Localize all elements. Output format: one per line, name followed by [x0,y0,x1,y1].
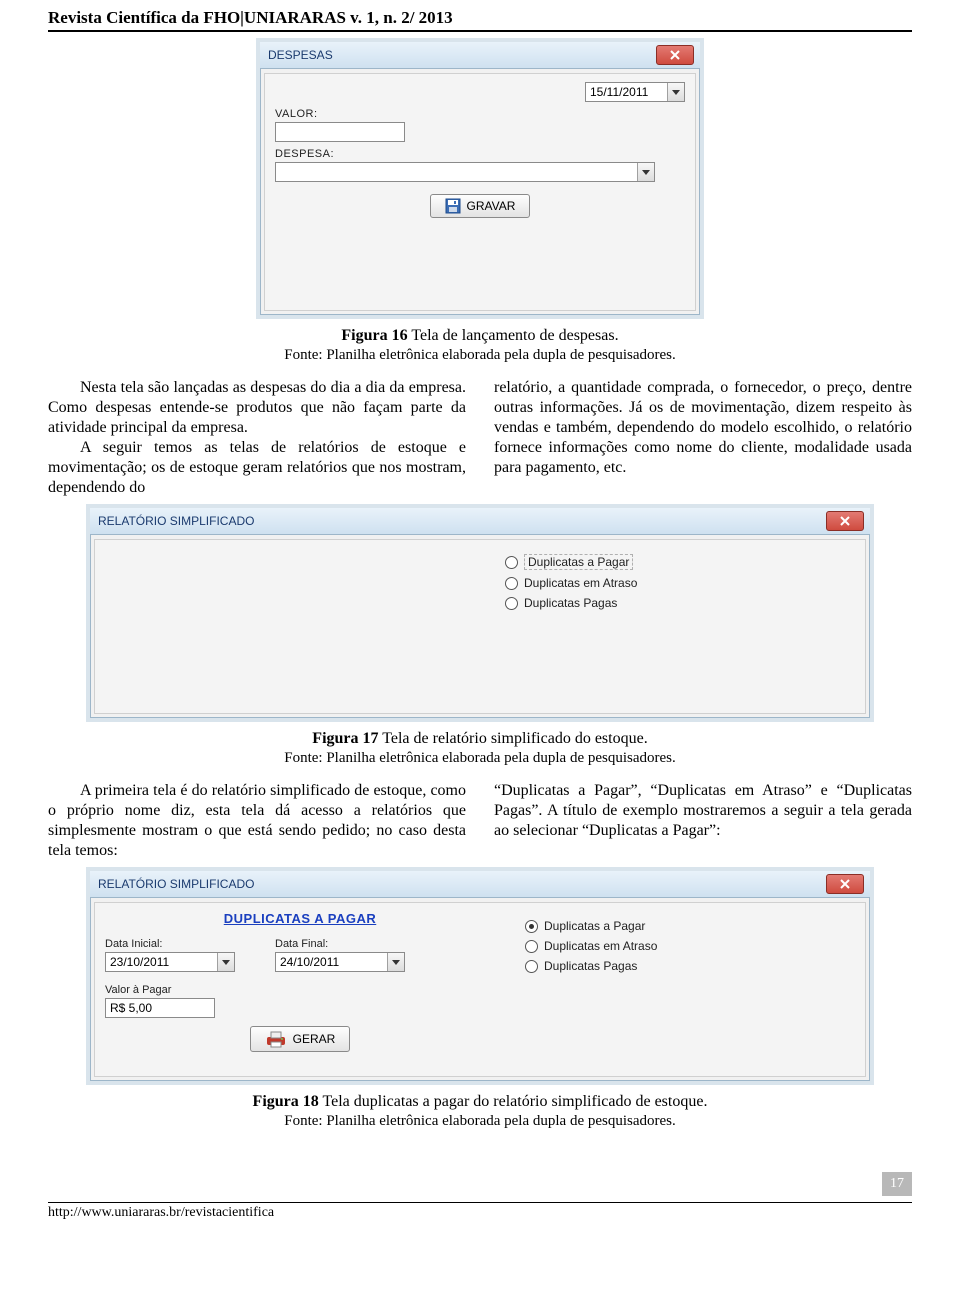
despesa-input[interactable] [275,162,655,182]
despesa-combo[interactable] [275,162,655,182]
journal-header: Revista Científica da FHO|UNIARARAS v. 1… [48,0,912,32]
radio-label: Duplicatas a Pagar [544,919,645,933]
figure16-source: Fonte: Planilha eletrônica elaborada pel… [48,347,912,364]
titlebar: RELATÓRIO SIMPLIFICADO [90,508,870,535]
figure17-caption: Figura 17 Tela de relatório simplificado… [48,730,912,748]
floppy-icon [445,198,461,214]
radio-icon [525,960,538,973]
gravar-button[interactable]: GRAVAR [430,194,531,218]
figure18-source: Fonte: Planilha eletrônica elaborada pel… [48,1113,912,1130]
footer-url: http://www.uniararas.br/revistacientific… [48,1205,274,1220]
chevron-down-icon[interactable] [217,953,234,971]
radio-icon [505,577,518,590]
radio-duplicatas-atraso[interactable]: Duplicatas em Atraso [505,576,705,590]
figure18-caption: Figura 18 Tela duplicatas a pagar do rel… [48,1093,912,1111]
gravar-label: GRAVAR [467,199,516,213]
valor-label: VALOR: [275,108,685,120]
chevron-down-icon[interactable] [637,163,654,181]
valor-input[interactable] [275,122,405,142]
data-inicial-combo[interactable] [105,952,235,972]
radio-label: Duplicatas Pagas [524,596,617,610]
data-final-input[interactable] [275,952,405,972]
valor-pagar-input[interactable] [105,998,215,1018]
paragraph-block-1: Nesta tela são lançadas as despesas do d… [48,378,912,498]
radio-label: Duplicatas em Atraso [544,939,657,953]
relatorio-window-2: RELATÓRIO SIMPLIFICADO DUPLICATAS A PAGA… [86,867,874,1085]
chevron-down-icon[interactable] [387,953,404,971]
radio-icon [525,940,538,953]
relatorio-window-1: RELATÓRIO SIMPLIFICADO Duplicatas a Paga… [86,504,874,722]
window-title: RELATÓRIO SIMPLIFICADO [96,877,826,891]
radio-duplicatas-pagas[interactable]: Duplicatas Pagas [505,596,705,610]
titlebar: RELATÓRIO SIMPLIFICADO [90,871,870,898]
data-final-combo[interactable] [275,952,405,972]
titlebar: DESPESAS [260,42,700,69]
radio-label: Duplicatas Pagas [544,959,637,973]
date-combo[interactable] [585,82,685,102]
data-inicial-label: Data Inicial: [105,938,235,950]
close-icon [840,516,850,526]
despesas-window: DESPESAS VALOR: DESPESA: [256,38,704,319]
window-title: DESPESAS [266,48,656,62]
close-button[interactable] [826,511,864,531]
radio-duplicatas-pagas[interactable]: Duplicatas Pagas [525,959,725,973]
page-number-badge: 17 [882,1172,912,1196]
close-button[interactable] [826,874,864,894]
radio-icon [525,920,538,933]
chevron-down-icon[interactable] [667,83,684,101]
radio-icon [505,597,518,610]
figure17-source: Fonte: Planilha eletrônica elaborada pel… [48,750,912,767]
data-final-label: Data Final: [275,938,405,950]
radio-icon [505,556,518,569]
close-icon [670,50,680,60]
close-icon [840,879,850,889]
radio-duplicatas-atraso[interactable]: Duplicatas em Atraso [525,939,725,953]
window-title: RELATÓRIO SIMPLIFICADO [96,514,826,528]
radio-duplicatas-pagar[interactable]: Duplicatas a Pagar [505,554,705,570]
gerar-button[interactable]: GERAR [250,1026,351,1052]
despesa-label: DESPESA: [275,148,685,160]
data-inicial-input[interactable] [105,952,235,972]
valor-pagar-label: Valor à Pagar [105,984,495,996]
paragraph-block-2: A primeira tela é do relatório simplific… [48,781,912,861]
figure16-caption: Figura 16 Tela de lançamento de despesas… [48,327,912,345]
close-button[interactable] [656,45,694,65]
printer-icon [265,1030,287,1048]
duplicatas-heading: DUPLICATAS A PAGAR [224,911,376,926]
gerar-label: GERAR [293,1032,336,1046]
radio-duplicatas-pagar[interactable]: Duplicatas a Pagar [525,919,725,933]
radio-label: Duplicatas em Atraso [524,576,637,590]
radio-label: Duplicatas a Pagar [524,554,633,570]
